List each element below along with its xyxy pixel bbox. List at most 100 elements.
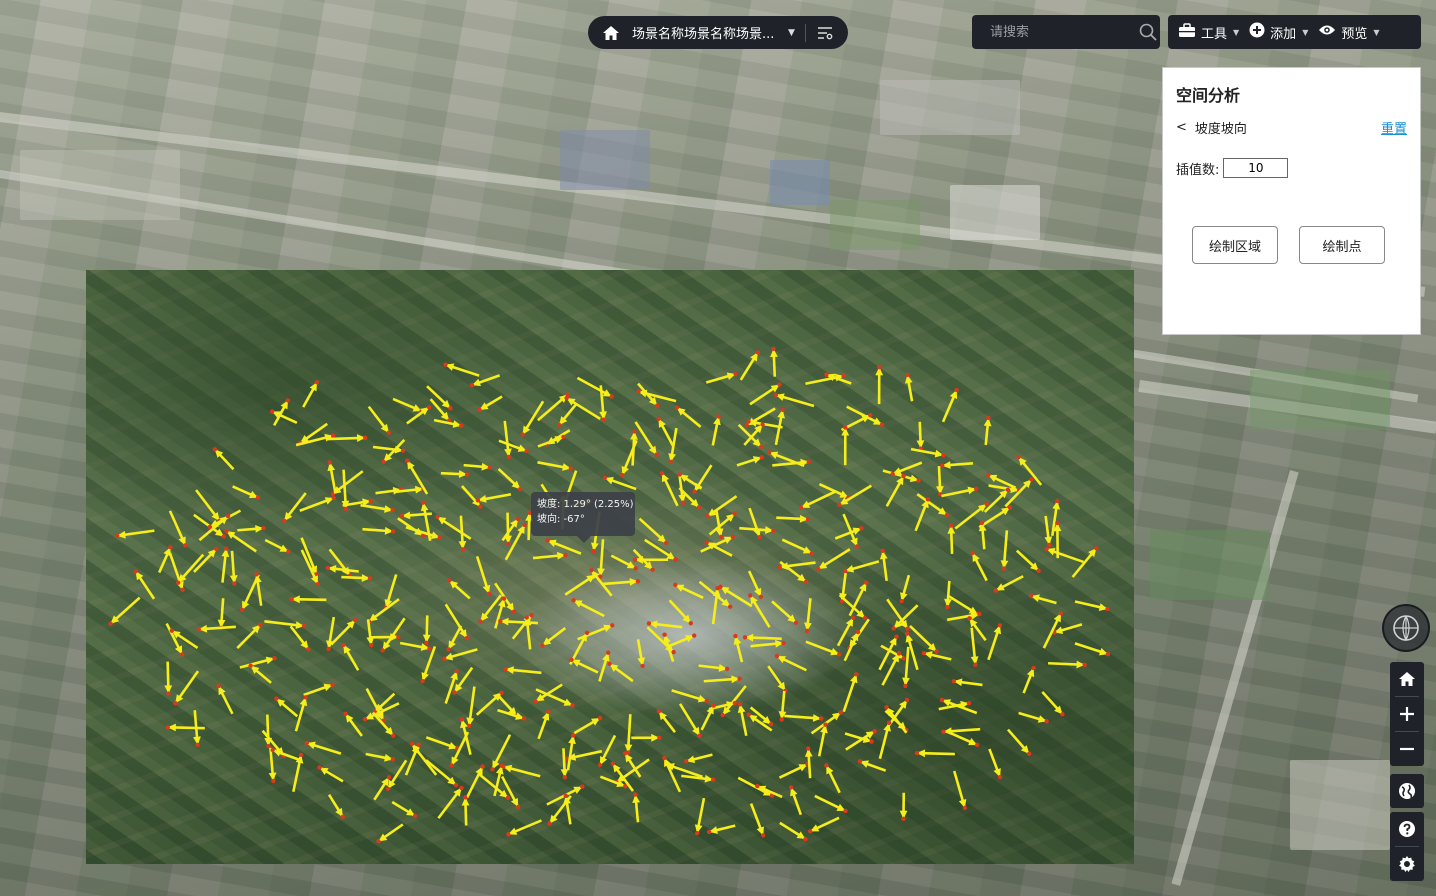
slope-arrow <box>944 580 952 610</box>
map-building <box>770 160 830 205</box>
slope-arrow <box>632 792 641 823</box>
slope-arrow <box>941 486 979 498</box>
slope-arrow <box>501 764 541 778</box>
back-label[interactable]: 坡度坡向 <box>1195 118 1247 137</box>
slope-arrow <box>564 572 598 596</box>
slope-arrow <box>533 683 563 704</box>
draw-area-button[interactable]: 绘制区域 <box>1192 226 1278 264</box>
slope-arrow <box>848 580 869 617</box>
slope-arrow <box>289 625 311 652</box>
globe-icon[interactable] <box>1390 774 1424 808</box>
slope-arrow <box>902 646 910 689</box>
slope-arrow <box>916 421 925 451</box>
draw-point-button[interactable]: 绘制点 <box>1299 226 1385 264</box>
search-input[interactable] <box>988 23 1132 41</box>
home-icon[interactable] <box>600 22 622 44</box>
slope-arrow <box>910 447 946 458</box>
slope-arrow <box>253 572 263 606</box>
zoom-out-icon[interactable] <box>1390 732 1424 766</box>
zoom-in-icon[interactable] <box>1390 697 1424 731</box>
slope-arrow <box>437 785 464 820</box>
slope-arrow <box>422 615 431 645</box>
globe-control <box>1390 774 1424 808</box>
slope-arrow <box>841 425 850 466</box>
terrain-model[interactable]: 坡度: 1.29° (2.25%) 坡向: -67° <box>86 270 1134 864</box>
tooltip-aspect: 坡向: -67° <box>537 514 585 525</box>
slope-arrow <box>1048 660 1087 669</box>
slope-arrow <box>264 620 307 630</box>
chevron-left-icon[interactable]: < <box>1176 120 1187 135</box>
settings-icon[interactable] <box>1390 847 1424 881</box>
slope-arrow <box>671 689 709 704</box>
add-menu-button[interactable]: 添加 ▼ <box>1249 22 1308 42</box>
slope-arrow <box>328 548 353 578</box>
slope-arrow <box>967 616 987 642</box>
preview-menu-button[interactable]: 预览 ▼ <box>1318 23 1380 42</box>
interp-input[interactable] <box>1223 158 1289 178</box>
slope-arrow <box>692 464 713 494</box>
slope-arrow <box>978 520 987 550</box>
slope-arrow <box>212 447 235 471</box>
slope-arrow <box>909 625 939 654</box>
slope-arrow <box>636 389 677 403</box>
slope-arrow <box>157 545 173 574</box>
slope-arrow <box>366 598 400 624</box>
slope-arrow <box>360 503 395 513</box>
slope-arrow <box>1000 530 1009 571</box>
slope-arrow <box>814 794 848 814</box>
slope-arrow <box>1044 546 1084 564</box>
slope-arrow <box>646 620 683 629</box>
compass-icon[interactable] <box>1382 604 1430 652</box>
slope-arrow <box>168 552 185 592</box>
slope-arrow <box>970 550 988 582</box>
filter-icon[interactable] <box>816 24 834 42</box>
toolbox-icon <box>1178 22 1196 42</box>
slope-arrow <box>776 514 811 523</box>
slope-arrow <box>435 514 472 540</box>
slope-arrow <box>1028 593 1057 605</box>
slope-arrow <box>1006 728 1032 756</box>
slope-arrow <box>879 548 888 582</box>
search-box[interactable] <box>972 15 1160 49</box>
slope-arrow <box>824 763 841 794</box>
map-building <box>950 185 1040 240</box>
scene-selector[interactable]: 场景名称场景名称场景... ▼ <box>588 16 848 49</box>
help-icon[interactable] <box>1390 812 1424 846</box>
slope-arrow <box>987 623 1003 661</box>
reset-link[interactable]: 重置 <box>1381 118 1407 137</box>
scene-name[interactable]: 场景名称场景名称场景... <box>632 23 784 42</box>
slope-arrow <box>270 747 301 762</box>
tools-menu-button[interactable]: 工具 ▼ <box>1178 22 1239 42</box>
slope-arrow <box>232 485 261 500</box>
slope-arrow <box>748 507 762 540</box>
top-toolbar: 工具 ▼ 添加 ▼ 预览 ▼ <box>1168 15 1421 49</box>
nav-controls <box>1390 662 1424 766</box>
search-icon[interactable] <box>1138 22 1158 42</box>
slope-arrow <box>289 595 327 604</box>
home-icon[interactable] <box>1390 662 1424 696</box>
slope-arrow <box>362 526 396 535</box>
slope-arrow <box>367 405 392 435</box>
slope-arrow <box>406 405 432 425</box>
slope-arrow <box>294 695 308 732</box>
slope-arrow <box>317 765 344 783</box>
slope-arrow <box>656 416 675 447</box>
slope-arrow <box>630 429 638 466</box>
slope-arrow <box>914 497 931 532</box>
slope-arrow <box>703 675 742 684</box>
slope-arrow <box>624 714 633 755</box>
slope-arrow <box>237 524 266 533</box>
slope-arrow <box>164 661 173 696</box>
slope-arrow <box>711 414 721 446</box>
chevron-down-icon[interactable]: ▼ <box>788 28 795 38</box>
slope-arrow <box>700 703 716 731</box>
eye-icon <box>1318 24 1336 40</box>
interp-label: 插值数: <box>1176 162 1220 178</box>
slope-arrow <box>784 714 824 722</box>
slope-arrow <box>788 785 803 816</box>
back-button[interactable]: < 坡度坡向 <box>1176 118 1247 137</box>
map-field <box>1250 370 1390 430</box>
slope-arrow <box>475 555 492 596</box>
slope-arrow <box>532 551 568 560</box>
slope-arrow <box>477 395 503 413</box>
